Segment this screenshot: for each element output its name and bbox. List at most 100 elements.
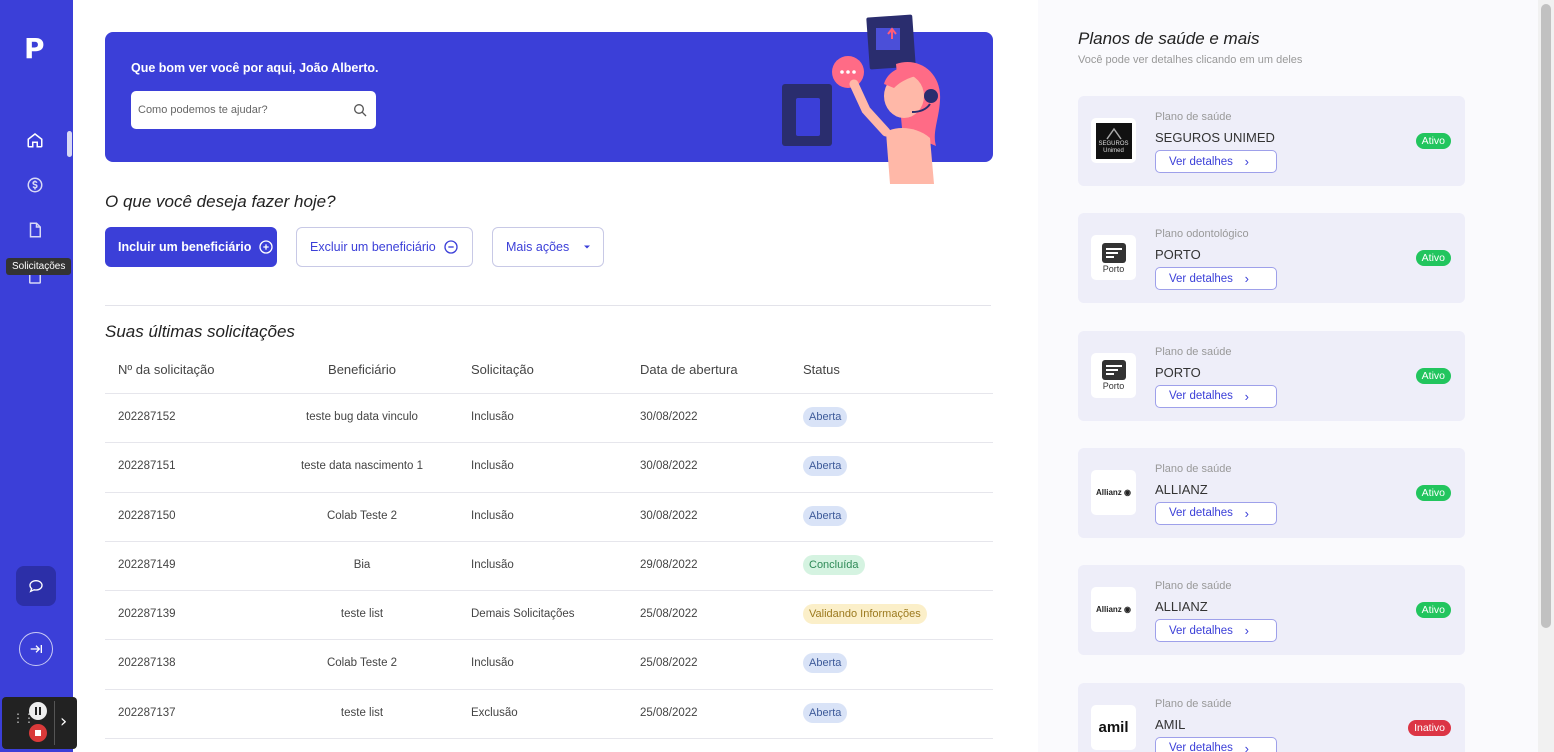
status-badge: Aberta xyxy=(803,456,848,477)
view-details-label: Ver detalhes xyxy=(1169,507,1233,520)
chevron-right-icon: › xyxy=(1244,271,1249,287)
exclude-beneficiary-button[interactable]: Excluir um beneficiário xyxy=(296,227,473,267)
app-logo: P xyxy=(24,32,45,65)
view-details-button[interactable]: Ver detalhes › xyxy=(1155,736,1277,752)
status-badge: Aberta xyxy=(803,407,848,427)
plan-status-badge: Ativo xyxy=(1415,250,1451,267)
request-type: Exclusão xyxy=(471,706,518,719)
requests-title: Suas últimas solicitações xyxy=(105,322,295,341)
requests-table: Nº da solicitação Beneficiário Solicitaç… xyxy=(105,352,993,740)
request-type: Inclusão xyxy=(471,411,514,423)
pause-button[interactable] xyxy=(29,702,47,720)
plan-type: Plano de saúde xyxy=(1155,697,1232,710)
chat-button[interactable] xyxy=(16,566,56,606)
beneficiary-name: Bia xyxy=(353,558,371,571)
plan-type: Plano de saúde xyxy=(1155,345,1232,358)
plan-name: ALLIANZ xyxy=(1155,599,1208,615)
status-badge: Aberta xyxy=(803,653,848,674)
plan-card[interactable]: AllianzAllianz ◉ Plano de saúde ALLIANZ Ver… xyxy=(1078,447,1465,538)
status-badge: Validando Informações xyxy=(803,604,927,625)
plans-title: Planos de saúde e mais xyxy=(1078,29,1260,48)
view-details-label: Ver detalhes xyxy=(1169,272,1233,285)
chevron-right-icon: › xyxy=(1244,154,1249,169)
open-date: 25/08/2022 xyxy=(640,706,698,719)
table-row[interactable]: 202287137 teste list Exclusão 25/08/2022 Abe… xyxy=(105,690,993,740)
plan-logo: PortoPorto xyxy=(1091,235,1136,281)
include-beneficiary-button[interactable]: Incluir um beneficiário xyxy=(105,227,277,267)
more-actions-dropdown[interactable]: Mais ações xyxy=(492,227,604,267)
home-icon[interactable] xyxy=(24,129,46,151)
greeting-text: Que bom ver você por aqui, João Alberto. xyxy=(131,61,379,75)
request-type: Inclusão xyxy=(471,558,514,571)
view-details-label: Ver detalhes xyxy=(1169,624,1233,637)
expand-recorder-icon[interactable]: › xyxy=(60,711,67,733)
scrollbar-thumb[interactable] xyxy=(1541,4,1551,628)
plan-type: Plano odontológico xyxy=(1155,228,1249,241)
caret-down-icon xyxy=(584,245,591,249)
table-row[interactable]: 202287139 teste list Demais Solicitações 25… xyxy=(105,591,993,641)
more-actions-label: Mais ações xyxy=(506,240,570,254)
open-date: 29/08/2022 xyxy=(640,558,698,571)
view-details-button[interactable]: Ver detalhes › xyxy=(1155,619,1277,643)
plan-card[interactable]: amilamil Plano de saúde AMIL Ver detalhes › I… xyxy=(1078,682,1465,752)
plans-panel: Planos de saúde e mais Você pode ver det… xyxy=(1038,0,1538,752)
plan-name: ALLIANZ xyxy=(1155,481,1208,497)
view-details-button[interactable]: Ver detalhes › xyxy=(1155,384,1277,408)
view-details-button[interactable]: Ver detalhes › xyxy=(1155,267,1277,291)
header-request-number: Nº da solicitação xyxy=(118,362,215,377)
sidebar: P Solicitações xyxy=(0,0,73,752)
plan-type: Plano de saúde xyxy=(1155,580,1232,593)
search-icon[interactable] xyxy=(352,102,368,118)
help-search-input[interactable] xyxy=(131,91,336,129)
collapse-sidebar-button[interactable] xyxy=(19,632,53,666)
request-type: Inclusão xyxy=(471,657,514,670)
plan-status-badge: Ativo xyxy=(1415,484,1451,501)
table-row[interactable]: 202287149 Bia Inclusão 29/08/2022 Concluída xyxy=(105,542,993,592)
plan-card[interactable]: PortoPorto Plano odontológico PORTO Ver det… xyxy=(1078,213,1465,304)
open-date: 30/08/2022 xyxy=(640,460,698,473)
actions-title: O que você deseja fazer hoje? xyxy=(105,192,336,211)
document-icon[interactable] xyxy=(24,219,46,241)
plan-logo: PortoPorto xyxy=(1091,352,1136,398)
header-open-date: Data de abertura xyxy=(640,362,738,377)
beneficiary-name: teste bug data vinculo xyxy=(306,411,418,423)
section-divider xyxy=(105,305,991,306)
plan-card[interactable]: PortoPorto Plano de saúde PORTO Ver detalhe… xyxy=(1078,330,1465,421)
support-illustration xyxy=(782,14,941,184)
view-details-button[interactable]: Ver detalhes › xyxy=(1155,150,1277,173)
dollar-icon[interactable] xyxy=(24,174,46,196)
chevron-right-icon: › xyxy=(1244,388,1249,404)
open-date: 30/08/2022 xyxy=(640,411,698,423)
request-type: Demais Solicitações xyxy=(471,608,575,621)
stop-button[interactable] xyxy=(29,724,47,742)
plan-status-badge: Ativo xyxy=(1415,133,1451,149)
plan-logo: AllianzAllianz ◉ xyxy=(1091,469,1136,515)
screen-recorder-widget: ⋮⋮ › xyxy=(2,697,77,749)
chevron-right-icon: › xyxy=(1244,740,1249,752)
status-badge: Aberta xyxy=(803,702,848,723)
request-number: 202287137 xyxy=(118,706,176,719)
table-row[interactable]: 202287150 Colab Teste 2 Inclusão 30/08/2022… xyxy=(105,493,993,542)
request-type: Inclusão xyxy=(471,460,514,473)
request-number: 202287149 xyxy=(118,558,176,571)
help-search xyxy=(131,91,376,129)
recorder-divider xyxy=(54,701,55,745)
minus-circle-icon xyxy=(444,240,458,254)
plan-logo: amilamil xyxy=(1091,704,1136,750)
chevron-right-icon: › xyxy=(1244,623,1249,639)
header-request-type: Solicitação xyxy=(471,362,534,377)
chat-icon xyxy=(29,579,43,593)
view-details-button[interactable]: Ver detalhes › xyxy=(1155,501,1277,525)
plan-name: PORTO xyxy=(1155,364,1201,380)
plan-name: PORTO xyxy=(1155,247,1201,263)
request-type: Inclusão xyxy=(471,509,514,522)
table-row[interactable]: 202287151 teste data nascimento 1 Inclusão… xyxy=(105,443,993,493)
table-row[interactable]: 202287138 Colab Teste 2 Inclusão 25/08/2022… xyxy=(105,640,993,690)
plan-card[interactable]: SEGUROS Unimed Plano de saúde SEGUROS UNIM… xyxy=(1078,96,1465,186)
request-number: 202287152 xyxy=(118,411,176,423)
active-nav-marker xyxy=(67,131,72,157)
status-badge: Aberta xyxy=(803,505,848,526)
plan-card[interactable]: AllianzAllianz ◉ Plano de saúde ALLIANZ Ver… xyxy=(1078,565,1465,656)
table-row[interactable]: 202287152 teste bug data vinculo Inclusão 3… xyxy=(105,394,993,444)
beneficiary-name: teste data nascimento 1 xyxy=(300,460,424,473)
